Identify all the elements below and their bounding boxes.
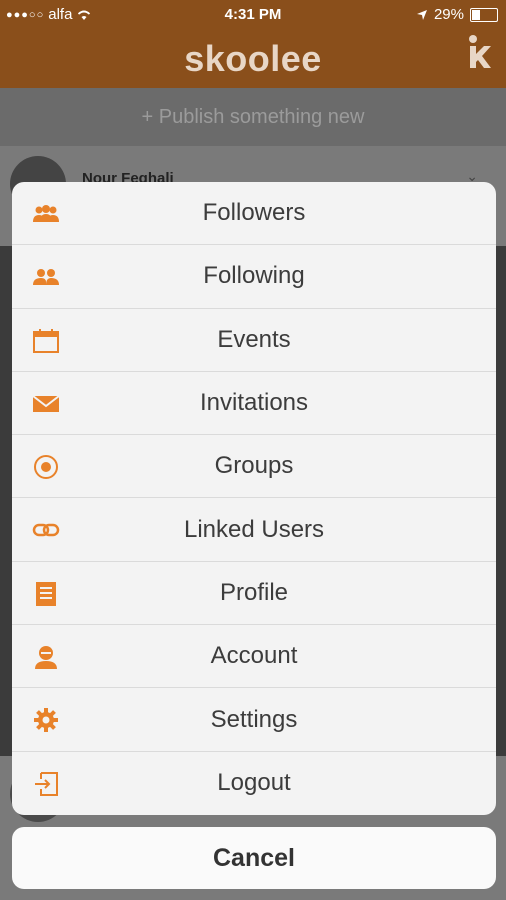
menu-item-label: Profile — [219, 578, 289, 606]
publish-button[interactable]: + Publish something new — [0, 88, 506, 146]
menu-item-events[interactable]: Events — [12, 309, 496, 372]
menu-item-label: Logout — [217, 769, 291, 797]
profile-k-icon[interactable] — [464, 34, 494, 70]
app-logo: skoolee — [184, 38, 322, 79]
menu-item-label: Settings — [210, 705, 298, 733]
status-right: 29% — [416, 6, 498, 23]
menu-item-invitations[interactable]: Invitations — [12, 372, 496, 436]
menu-item-settings[interactable]: Settings — [12, 688, 496, 752]
menu-item-linked-users[interactable]: Linked Users — [12, 498, 496, 562]
menu-item-label: Events — [217, 325, 291, 353]
menu-item-following[interactable]: Following — [12, 245, 496, 309]
cancel-button[interactable]: Cancel — [12, 827, 496, 889]
menu-item-profile[interactable]: Profile — [12, 562, 496, 626]
menu-item-label: Linked Users — [183, 515, 325, 543]
battery-percent: 29% — [433, 6, 464, 23]
battery-fill — [472, 9, 480, 20]
menu-item-label: Account — [210, 642, 298, 670]
menu-item-logout[interactable]: Logout — [12, 752, 496, 815]
battery-icon — [470, 7, 498, 22]
menu-item-label: Invitations — [199, 389, 309, 417]
menu-item-label: Groups — [214, 452, 294, 480]
menu-item-followers[interactable]: Followers — [12, 182, 496, 246]
app-header: skoolee — [0, 30, 506, 88]
location-icon — [416, 9, 427, 20]
action-sheet: Followers Following Events Invitations G… — [12, 182, 496, 815]
menu-item-label: Followers — [202, 199, 306, 227]
status-bar: ●●●○○ alfa 4:31 PM 29% — [0, 0, 506, 30]
menu-item-label: Following — [203, 262, 305, 290]
menu-item-account[interactable]: Account — [12, 625, 496, 689]
menu-item-groups[interactable]: Groups — [12, 435, 496, 499]
